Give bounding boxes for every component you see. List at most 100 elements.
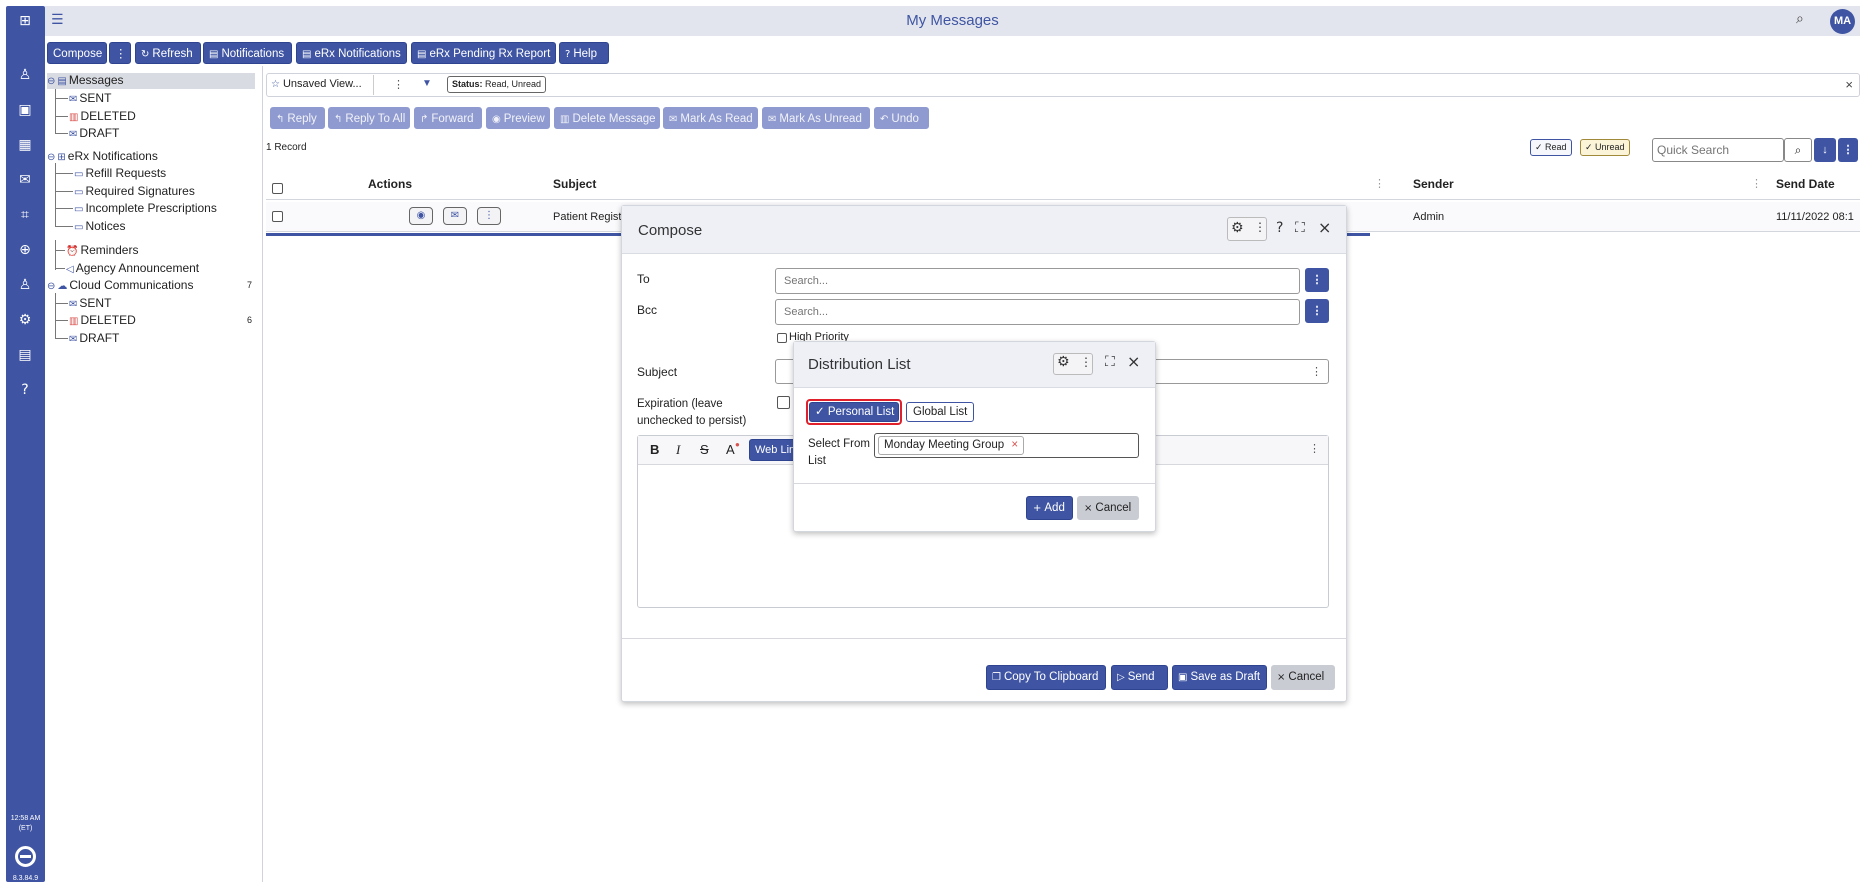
subject-column-menu-icon[interactable]: ⋮ bbox=[1374, 177, 1385, 190]
quick-search-input[interactable] bbox=[1652, 138, 1784, 162]
to-more-button[interactable]: ⋮ bbox=[1305, 268, 1329, 292]
column-header-send-date[interactable]: Send Date bbox=[1776, 177, 1835, 191]
avatar[interactable]: MA bbox=[1830, 9, 1855, 34]
mark-as-read-button[interactable]: ✉ Mark As Read bbox=[663, 107, 758, 129]
tree-item-required-signatures[interactable]: ▭ Required Signatures bbox=[74, 184, 195, 198]
sender-column-menu-icon[interactable]: ⋮ bbox=[1751, 177, 1762, 190]
compose-button[interactable]: Compose bbox=[47, 42, 107, 64]
editor-more-icon[interactable]: ⋮ bbox=[1309, 442, 1320, 455]
patient-card-icon[interactable]: ▣ bbox=[16, 101, 34, 119]
person-icon[interactable]: ♙ bbox=[16, 276, 34, 294]
collapse-icon[interactable]: ⊖ bbox=[47, 281, 55, 292]
bcc-more-button[interactable]: ⋮ bbox=[1305, 299, 1329, 323]
help-button[interactable]: ? Help bbox=[559, 42, 609, 64]
view-message-icon[interactable]: ◉ bbox=[409, 207, 433, 225]
expiration-checkbox[interactable] bbox=[777, 396, 790, 409]
tree-item-sent[interactable]: ✉ SENT bbox=[69, 91, 111, 105]
distribution-settings-icon[interactable]: ⚙ bbox=[1057, 354, 1070, 370]
read-filter-chip[interactable]: ✓ Read bbox=[1530, 139, 1572, 156]
save-as-draft-button[interactable]: ▣ Save as Draft bbox=[1172, 665, 1267, 690]
reply-all-button[interactable]: ↰ Reply To All bbox=[328, 107, 410, 129]
status-filter-chip[interactable]: Status: Read, Unread bbox=[447, 76, 547, 93]
report-icon[interactable]: ▤ bbox=[16, 346, 34, 364]
forward-button[interactable]: ↱ Forward bbox=[414, 107, 482, 129]
tree-item-notices[interactable]: ▭ Notices bbox=[74, 219, 125, 233]
user-settings-icon[interactable]: ♙ bbox=[16, 66, 34, 84]
compose-maximize-icon[interactable]: ⛶ bbox=[1295, 220, 1305, 236]
distribution-maximize-icon[interactable]: ⛶ bbox=[1105, 354, 1115, 370]
italic-button[interactable]: I bbox=[676, 442, 680, 458]
pane-divider bbox=[262, 66, 263, 882]
compose-help-icon[interactable]: ? bbox=[1276, 220, 1283, 236]
distribution-cancel-button[interactable]: × Cancel bbox=[1077, 496, 1139, 520]
compose-settings-icon[interactable]: ⚙ bbox=[1231, 220, 1244, 236]
scan-icon[interactable]: ⌗ bbox=[16, 206, 34, 224]
to-input[interactable] bbox=[775, 268, 1300, 294]
global-list-button[interactable]: Global List bbox=[906, 402, 975, 422]
medical-bag-icon[interactable]: ⊕ bbox=[16, 241, 34, 259]
row-more-icon[interactable]: ⋮ bbox=[477, 207, 501, 225]
search-icon[interactable]: ⌕ bbox=[1796, 11, 1804, 27]
tree-item-cloud-communications[interactable]: ⊖ ☁ Cloud Communications bbox=[47, 278, 193, 292]
strikethrough-button[interactable]: S bbox=[700, 442, 709, 457]
distribution-close-icon[interactable]: × bbox=[1127, 352, 1140, 371]
tree-item-cloud-deleted[interactable]: ▥ DELETED bbox=[69, 313, 136, 327]
select-from-list-input[interactable]: Monday Meeting Group × bbox=[874, 433, 1139, 458]
notifications-button[interactable]: ▤ Notifications bbox=[203, 42, 292, 64]
row-checkbox[interactable] bbox=[272, 211, 283, 222]
tree-item-agency-announcement[interactable]: ◁ Agency Announcement bbox=[66, 261, 199, 275]
column-header-sender[interactable]: Sender bbox=[1413, 177, 1454, 191]
calendar-icon[interactable]: ▦ bbox=[16, 136, 34, 154]
tag-icon: ▭ bbox=[74, 222, 84, 233]
export-button[interactable]: ↓ bbox=[1814, 138, 1836, 162]
tree-item-deleted[interactable]: ▥ DELETED bbox=[69, 109, 136, 123]
copy-to-clipboard-button[interactable]: ❐ Copy To Clipboard bbox=[986, 665, 1106, 690]
tree-item-reminders[interactable]: ⏰ Reminders bbox=[66, 243, 138, 257]
column-header-subject[interactable]: Subject bbox=[553, 177, 596, 191]
send-button[interactable]: ▷ Send bbox=[1111, 665, 1168, 690]
high-priority-checkbox[interactable] bbox=[777, 333, 787, 343]
apps-grid-icon[interactable]: ⊞ bbox=[16, 12, 34, 30]
clear-filter-icon[interactable]: × bbox=[1845, 77, 1853, 92]
personal-list-button[interactable]: ✓ Personal List bbox=[809, 402, 899, 422]
undo-button[interactable]: ↶ Undo bbox=[874, 107, 929, 129]
preview-button[interactable]: ◉ Preview bbox=[486, 107, 550, 129]
compose-more-button[interactable]: ⋮ bbox=[109, 42, 131, 64]
mark-as-unread-button[interactable]: ✉ Mark As Unread bbox=[762, 107, 870, 129]
gear-icon[interactable]: ⚙ bbox=[16, 311, 34, 329]
font-color-button[interactable]: A bbox=[726, 442, 735, 457]
tree-item-erx-notifications[interactable]: ⊖ ⊞ eRx Notifications bbox=[47, 149, 158, 163]
bcc-input[interactable] bbox=[775, 299, 1300, 325]
subject-more-icon[interactable]: ⋮ bbox=[1311, 365, 1322, 378]
erx-notifications-button[interactable]: ▤ eRx Notifications bbox=[296, 42, 407, 64]
reply-button[interactable]: ↰ Reply bbox=[270, 107, 325, 129]
erx-pending-report-button[interactable]: ▤ eRx Pending Rx Report bbox=[411, 42, 556, 64]
mail-icon[interactable]: ✉ bbox=[16, 171, 34, 189]
compose-cancel-button[interactable]: × Cancel bbox=[1271, 665, 1335, 690]
compose-more-icon[interactable]: ⋮ bbox=[1254, 220, 1266, 234]
tree-item-incomplete-prescriptions[interactable]: ▭ Incomplete Prescriptions bbox=[74, 201, 217, 215]
unread-filter-chip[interactable]: ✓ Unread bbox=[1580, 139, 1630, 156]
help-circle-icon[interactable]: ? bbox=[16, 381, 34, 399]
compose-close-icon[interactable]: × bbox=[1318, 218, 1331, 237]
bold-button[interactable]: B bbox=[650, 442, 659, 457]
remove-tag-icon[interactable]: × bbox=[1011, 439, 1018, 451]
refresh-button[interactable]: ↻ Refresh bbox=[135, 42, 201, 64]
add-button[interactable]: + Add bbox=[1026, 496, 1073, 520]
quick-search-icon[interactable]: ⌕ bbox=[1784, 138, 1812, 162]
distribution-more-icon[interactable]: ⋮ bbox=[1080, 355, 1092, 369]
collapse-icon[interactable]: ⊖ bbox=[47, 152, 55, 163]
tree-item-cloud-draft[interactable]: ✉ DRAFT bbox=[69, 331, 119, 345]
delete-message-button[interactable]: ▥ Delete Message bbox=[554, 107, 660, 129]
tree-item-messages[interactable]: ⊖ ▤ Messages bbox=[47, 73, 255, 89]
filter-icon[interactable]: ▼ bbox=[422, 78, 432, 89]
view-more-button[interactable]: ⋮ bbox=[393, 78, 404, 91]
tree-item-cloud-sent[interactable]: ✉ SENT bbox=[69, 296, 111, 310]
saved-view-selector[interactable]: ☆ Unsaved View... bbox=[271, 78, 362, 90]
tree-item-refill-requests[interactable]: ▭ Refill Requests bbox=[74, 166, 166, 180]
collapse-icon[interactable]: ⊖ bbox=[47, 76, 55, 87]
reply-message-icon[interactable]: ✉ bbox=[443, 207, 467, 225]
tree-item-draft[interactable]: ✉ DRAFT bbox=[69, 126, 119, 140]
grid-more-button[interactable]: ⋮ bbox=[1838, 138, 1858, 162]
select-all-checkbox[interactable] bbox=[272, 183, 283, 194]
